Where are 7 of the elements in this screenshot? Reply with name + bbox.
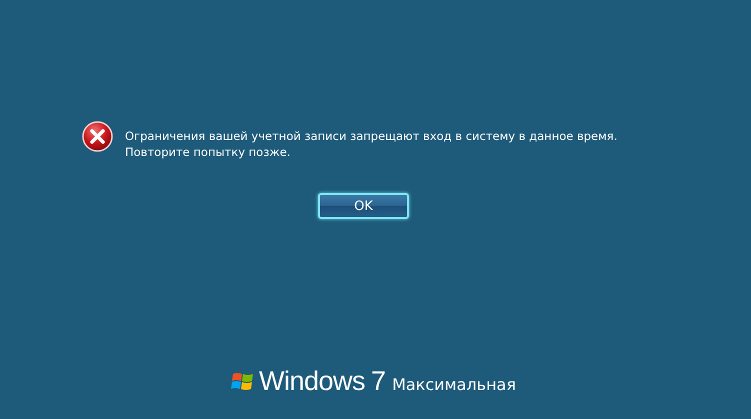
error-message: Ограничения вашей учетной записи запрещают вход в систему в данное время. Повторите попытку позже. [125, 128, 618, 160]
error-icon [82, 121, 113, 152]
product-name: Windows [259, 366, 366, 397]
windows-flag-icon [231, 370, 255, 392]
ok-button[interactable]: OK [318, 193, 409, 219]
version-number: 7 [371, 366, 386, 397]
edition-name: Максимальная [392, 375, 516, 394]
